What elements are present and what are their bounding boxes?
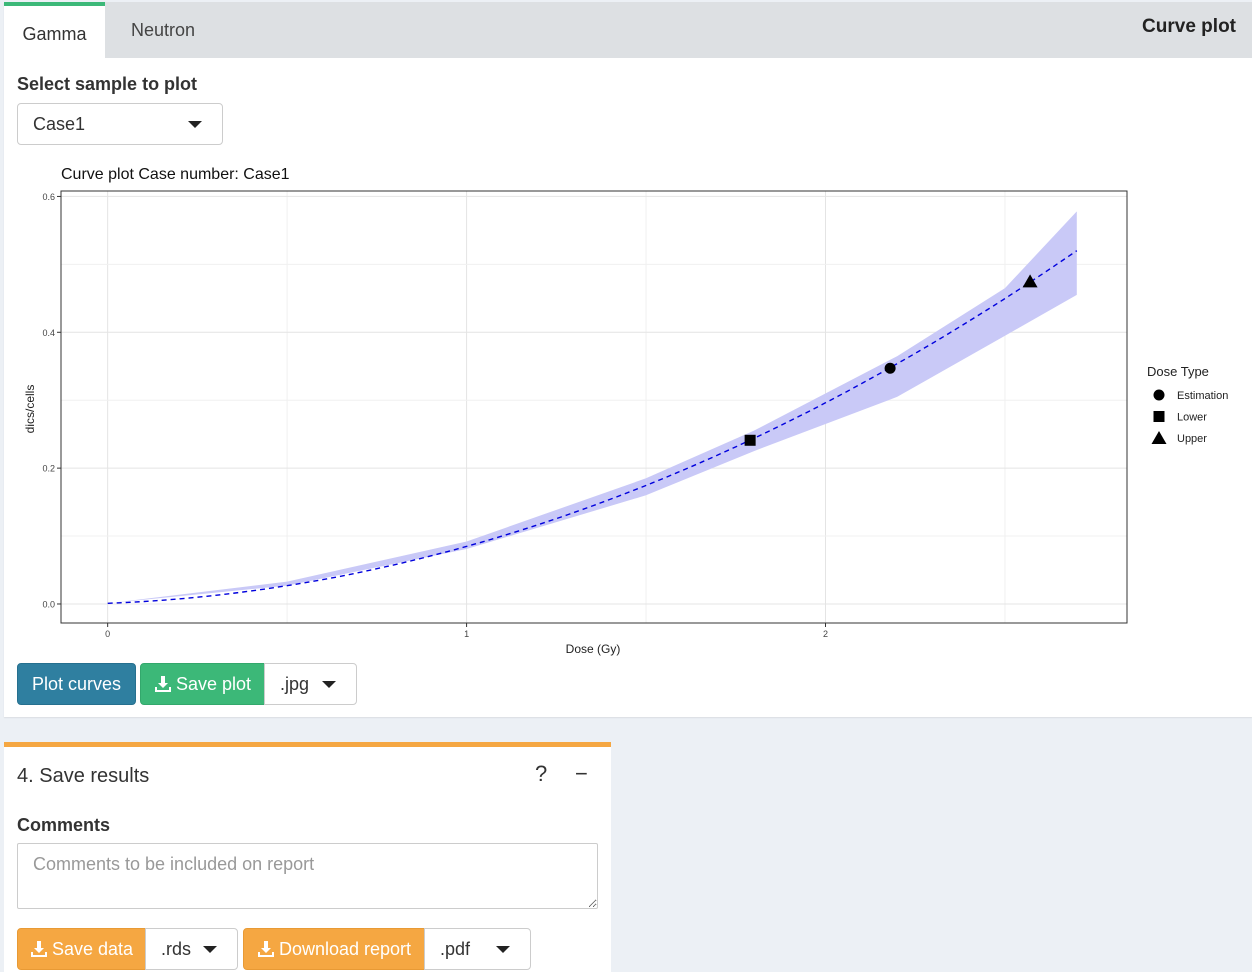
download-report-button[interactable]: Download report <box>243 928 425 970</box>
legend-key-estimation <box>1153 389 1165 401</box>
save-plot-button[interactable]: Save plot <box>140 663 265 705</box>
legend-label-lower: Lower <box>1177 412 1207 424</box>
x-tick-label: 1 <box>464 629 469 639</box>
curve-plot-chart: 0.0 0.2 0.4 0.6 0 1 2 Dose (Gy) dics/cells Do… <box>23 190 1228 656</box>
x-axis-ticks: 0 1 2 <box>105 623 828 639</box>
report-format-select[interactable]: .pdf <box>424 928 531 970</box>
curve-plot-box: Gamma Neutron Curve plot Select sample t… <box>4 2 1252 717</box>
y-tick-label: 0.0 <box>42 599 55 609</box>
data-format-value: .rds <box>161 938 192 959</box>
download-icon <box>30 941 47 957</box>
plot-format-select[interactable]: .jpg <box>264 663 357 705</box>
point-lower <box>744 434 756 446</box>
y-tick-label: 0.6 <box>42 192 55 202</box>
legend-title: Dose Type <box>1147 364 1209 379</box>
point-estimation <box>884 362 896 374</box>
legend-key-lower <box>1153 411 1165 422</box>
plot-curves-button[interactable]: Plot curves <box>17 663 136 705</box>
save-data-button[interactable]: Save data <box>17 928 146 970</box>
legend: Dose Type Estimation Lower Upper <box>1147 364 1228 445</box>
save-data-label: Save data <box>51 938 134 959</box>
legend-label-estimation: Estimation <box>1177 390 1228 402</box>
plot-curves-label: Plot curves <box>31 673 122 694</box>
chevron-down-icon <box>322 681 336 688</box>
data-format-select[interactable]: .rds <box>145 928 238 970</box>
save-results-title: 4. Save results <box>17 765 150 787</box>
x-tick-label: 0 <box>105 629 110 639</box>
legend-key-upper <box>1151 431 1167 444</box>
chevron-down-icon <box>496 946 510 953</box>
report-format-value: .pdf <box>440 938 471 959</box>
comments-label: Comments <box>17 815 111 835</box>
y-tick-label: 0.4 <box>42 328 55 338</box>
help-icon[interactable]: ? <box>535 761 547 787</box>
plot-grid <box>61 191 1127 623</box>
save-results-box: 4. Save results ? − Comments Save data .… <box>4 742 611 972</box>
plot-panel-border <box>60 190 1128 624</box>
comments-textarea[interactable] <box>17 843 598 909</box>
y-tick-label: 0.2 <box>42 464 55 474</box>
fitted-curve <box>107 250 1078 604</box>
confidence-band <box>107 211 1077 604</box>
x-tick-label: 2 <box>823 629 828 639</box>
x-axis-label: Dose (Gy) <box>566 642 621 656</box>
plot-format-value: .jpg <box>280 673 310 694</box>
download-report-label: Download report <box>278 938 412 959</box>
save-plot-label: Save plot <box>175 673 252 694</box>
collapse-icon[interactable]: − <box>575 761 588 787</box>
legend-label-upper: Upper <box>1177 433 1207 445</box>
y-axis-ticks: 0.0 0.2 0.4 0.6 <box>42 192 61 609</box>
y-axis-label: dics/cells <box>23 385 37 434</box>
download-icon <box>257 941 274 957</box>
download-icon <box>154 676 171 692</box>
chevron-down-icon <box>203 946 217 953</box>
